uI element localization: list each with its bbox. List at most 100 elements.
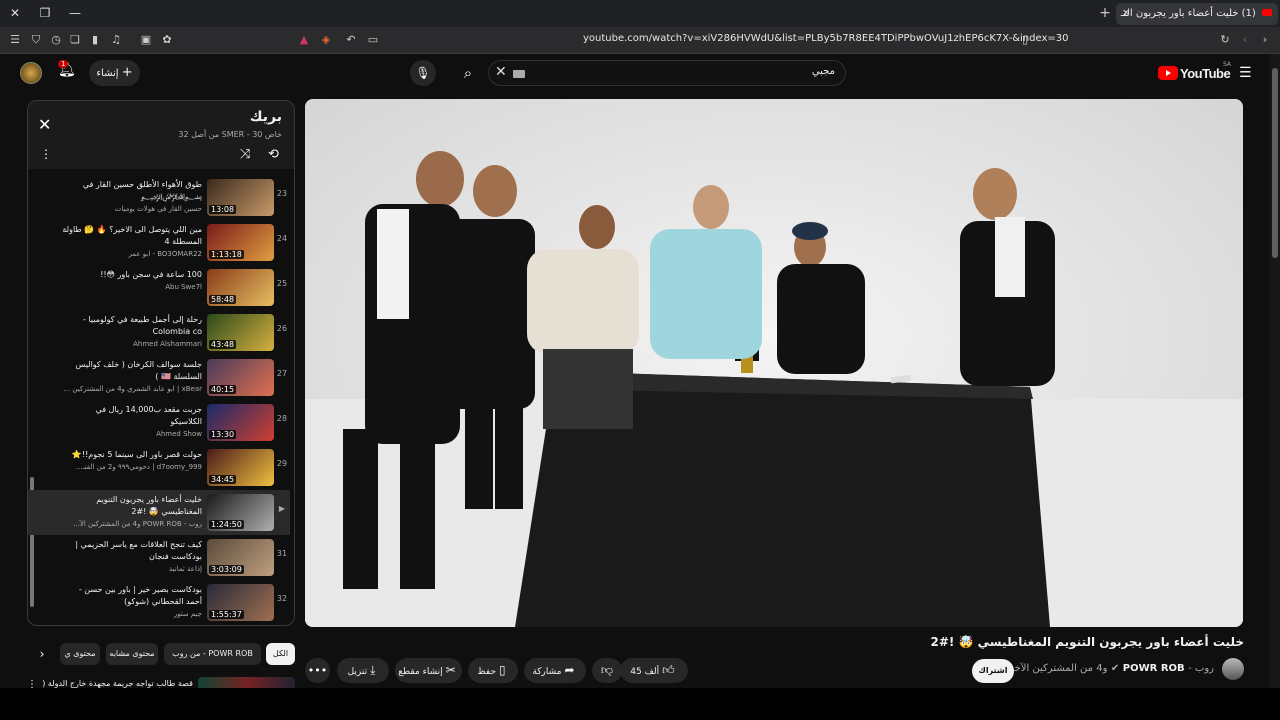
playlist-title[interactable]: بريك — [250, 109, 282, 125]
chip-similar[interactable]: محتوى مشابه — [106, 643, 158, 665]
browser-tab[interactable]: ✕ (1) خليت أعضاء باور يجربون التـ — [1116, 3, 1278, 25]
forward-icon[interactable]: ‹ — [1238, 33, 1252, 47]
back-icon[interactable]: › — [1258, 33, 1272, 47]
playlist-item[interactable]: 24 1:13:18 مين اللي يتوصل الى الاخير؟ 🔥 🤔 … — [28, 220, 290, 265]
playlist-item-title: جلسة سوالف الكرخان ( خلف كواليس السلسلة … — [75, 360, 202, 381]
bookmark-icon[interactable]: ▯ — [1018, 33, 1032, 47]
playlist-item[interactable]: 27 40:15 جلسة سوالف الكرخان ( خلف كواليس ا… — [28, 355, 290, 400]
youtube-logo[interactable]: YouTube SA — [1158, 61, 1232, 82]
playlist-item-title: بودكاست بصير خير | باور بين حسن - أحمد ا… — [78, 585, 202, 606]
playlist-item-title: جربت مقعد ب14,000 ريال في الكلاسيكو — [95, 405, 202, 426]
playlist-item[interactable]: 26 43:48 رحلة إلى أجمل طبيعة في كولومبيا -… — [28, 310, 290, 355]
country-code: SA — [1223, 61, 1232, 68]
tabs-icon[interactable]: ❏ — [68, 33, 82, 47]
shield-icon[interactable]: ⛉ — [29, 33, 43, 47]
video-title: خليت أعضاء باور يجربون التنويم المغناطيس… — [930, 635, 1244, 649]
download-button[interactable]: تنزيل ⤓ — [337, 658, 389, 683]
aria-icon[interactable]: ▲ — [297, 33, 311, 47]
verified-icon: ✔ — [1110, 663, 1120, 674]
account-avatar[interactable] — [20, 62, 42, 84]
playlist-subtitle: خاص SMER - 30 من أصل 32 — [178, 130, 282, 139]
close-playlist-icon[interactable]: ✕ — [38, 115, 51, 134]
extensions-icon[interactable]: ✿ — [160, 33, 174, 47]
playlist-item-index: 26 — [276, 324, 288, 333]
playlist-item[interactable]: 32 1:55:37 بودكاست بصير خير | باور بين حسن… — [28, 580, 290, 625]
playlist-item-title: طوق الأهواء الأطلق حسين القار في ﷽ — [82, 180, 202, 201]
create-button[interactable]: إنشاء + — [89, 60, 140, 86]
chip-from-rob[interactable]: من روب - POWR ROB — [164, 643, 261, 665]
voice-search-mic-icon[interactable]: 🎙︎ — [410, 60, 436, 86]
playlist-item[interactable]: 28 13:30 جربت مقعد ب14,000 ريال في الكلاسي… — [28, 400, 290, 445]
playlist-item[interactable]: 25 58:48 100 ساعة في سجن باور 😳!! Abu Swe7l — [28, 265, 290, 310]
tab-close-icon[interactable]: ✕ — [1122, 3, 1130, 25]
more-actions-icon[interactable]: ••• — [305, 658, 330, 683]
playlist-item-channel: روب - POWR ROB و4 من المشتركين الآ... — [73, 520, 202, 528]
history-icon[interactable]: ◷ — [49, 33, 63, 47]
clear-search-icon[interactable]: ✕ — [495, 64, 507, 80]
download-icon: ⤓ — [370, 663, 376, 677]
playlist-items: 23 13:08 طوق الأهواء الأطلق حسين القار في … — [28, 171, 290, 623]
playlist-item-channel: Abu Swe7l — [165, 283, 202, 291]
playlist-item-channel: جيم ستور — [173, 610, 202, 618]
browser-tab-bar: ✕ ❐ — + ✕ (1) خليت أعضاء باور يجربون الت… — [0, 0, 1280, 27]
notifications-bell-icon[interactable]: 🔔︎ 1 — [58, 60, 78, 82]
scissors-icon: ✂ — [445, 663, 456, 677]
search-input[interactable]: ✕ مجبي — [488, 60, 846, 86]
playlist-item-thumbnail: 40:15 — [207, 359, 274, 396]
page-scrollbar[interactable] — [1270, 54, 1280, 688]
menu-icon[interactable]: ☰ — [8, 33, 22, 47]
search-icon[interactable]: ⌕ — [450, 60, 486, 86]
thumbs-down-icon: 👎︎ — [600, 663, 614, 677]
clip-button[interactable]: إنشاء مقطع ✂ — [395, 658, 462, 683]
maximize-window-icon[interactable]: ❐ — [36, 4, 54, 22]
shuffle-icon[interactable]: ⤨ — [240, 147, 250, 162]
playlist-more-icon[interactable]: ⋮ — [40, 147, 52, 161]
save-button[interactable]: حفظ ▯ — [468, 658, 518, 683]
sidebar-icon[interactable]: ▮ — [88, 33, 102, 47]
keyboard-icon[interactable] — [513, 70, 525, 78]
playlist-item[interactable]: ▶ 1:24:50 خليت أعضاء باور يجربون التنويم ا… — [28, 490, 290, 535]
playlist-item-title: حولت قصر باور الى سينما 5 نجوم!!⭐ — [71, 450, 202, 459]
screenshot-icon[interactable]: ▣ — [139, 33, 153, 47]
new-tab-button[interactable]: + — [1097, 4, 1113, 22]
playlist-item[interactable]: 29 34:45 حولت قصر باور الى سينما 5 نجوم!!⭐… — [28, 445, 290, 490]
playlist-item-duration: 1:24:50 — [209, 520, 244, 529]
thumbs-up-icon: 👍︎ — [662, 663, 675, 677]
playlist-item-index: 31 — [276, 549, 288, 558]
share-button[interactable]: مشاركة ➦ — [524, 658, 586, 683]
chip-more[interactable]: محتوى ي — [60, 643, 100, 665]
now-playing-icon: ▶ — [278, 504, 286, 513]
playlist-item-channel: Ahmed Show — [156, 430, 202, 438]
share-label: مشاركة — [532, 667, 562, 677]
like-button[interactable]: 45 ألف 👍︎ — [620, 658, 688, 683]
minimize-window-icon[interactable]: — — [66, 4, 84, 22]
guide-menu-icon[interactable]: ☰ — [1239, 65, 1252, 81]
chips-next-icon[interactable]: › — [33, 643, 51, 665]
reload-icon[interactable]: ↻ — [1218, 33, 1232, 47]
share-icon: ➦ — [564, 663, 575, 677]
loop-icon[interactable]: ⟲ — [268, 147, 279, 162]
undo-icon[interactable]: ↶ — [344, 33, 358, 47]
cast-icon[interactable]: ▭ — [366, 33, 380, 47]
url-field[interactable]: youtube.com/watch?v=xiV286HVWdU&list=PLB… — [583, 33, 1069, 44]
channel-name[interactable]: روب - POWR ROB ✔ و4 من المشتركين الآخرين — [999, 663, 1214, 674]
playlist-item-index: 29 — [276, 459, 288, 468]
plus-icon: + — [121, 65, 133, 80]
playlist-item[interactable]: 31 3:03:09 كيف تنجح العلاقات مع ياسر الحزي… — [28, 535, 290, 580]
create-label: إنشاء — [96, 68, 119, 79]
playlist-item-index: 27 — [276, 369, 288, 378]
music-icon[interactable]: ♫ — [109, 33, 123, 47]
video-player[interactable] — [305, 99, 1243, 627]
close-window-icon[interactable]: ✕ — [6, 4, 24, 22]
channel-avatar[interactable] — [1222, 658, 1244, 680]
playlist-item[interactable]: 23 13:08 طوق الأهواء الأطلق حسين القار في … — [28, 175, 290, 220]
like-count: 45 ألف — [630, 667, 660, 677]
dislike-button[interactable]: 👎︎ — [592, 658, 622, 683]
playlist-item-channel: xBear | ابو عابد الشمري و4 من المشتركين … — [63, 385, 202, 393]
chip-all[interactable]: الكل — [266, 643, 295, 665]
channel-suffix: و4 من المشتركين الآخرين — [998, 663, 1108, 674]
taskbar-area — [0, 688, 1280, 720]
download-label: تنزيل — [347, 667, 368, 677]
brave-shield-icon[interactable]: ◈ — [319, 33, 333, 47]
subscribe-button[interactable]: اشتراك — [972, 659, 1014, 683]
